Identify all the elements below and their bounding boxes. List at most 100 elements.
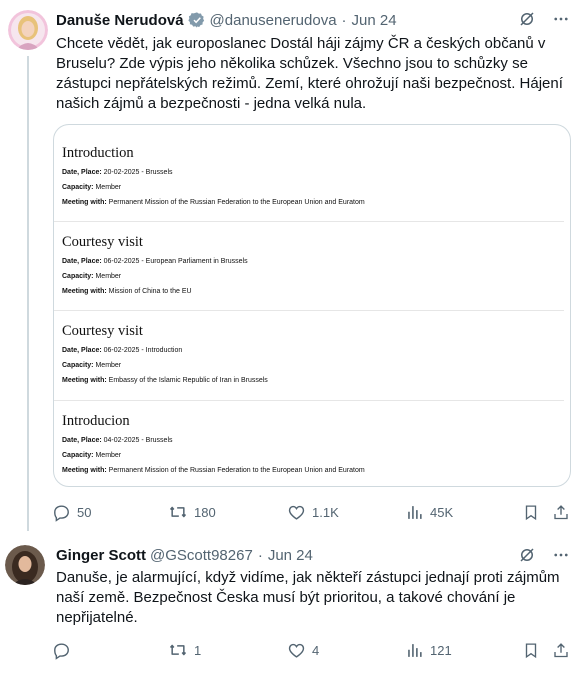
row-label: Date, Place: [62, 347, 102, 354]
avatar[interactable] [8, 10, 48, 50]
tweet-top-icons [518, 546, 570, 564]
repost-button[interactable]: 180 [168, 502, 216, 522]
meeting-row-capacity: Capacity: Member [62, 183, 562, 192]
row-value: Mission of China to the EU [108, 288, 192, 295]
views-count: 121 [430, 642, 452, 658]
meeting-row-date: Date, Place: 20-02-2025 - Brussels [62, 168, 562, 177]
repost-icon [169, 506, 187, 518]
row-value: 06-02-2025 - Introduction [103, 347, 183, 354]
row-label: Date, Place: [62, 437, 102, 444]
row-value: Member [95, 184, 122, 191]
more-icon[interactable] [552, 10, 570, 28]
reply-count: 50 [77, 504, 92, 520]
row-value: Member [95, 273, 122, 280]
tweet-header: Ginger Scott @GScott98267 · Jun 24 [56, 545, 313, 565]
separator-dot: · [257, 546, 263, 564]
meeting-row-capacity: Capacity: Member [62, 361, 562, 370]
row-value: 20-02-2025 - Brussels [103, 169, 173, 176]
meeting-entry: Introducion Date, Place: 04-02-2025 - Br… [62, 412, 562, 475]
row-value: 06-02-2025 - European Parliament in Brus… [103, 258, 248, 265]
row-label: Date, Place: [62, 258, 102, 265]
tweet-ginger[interactable]: Ginger Scott @GScott98267 · Jun 24 Danuš… [0, 531, 580, 673]
share-button[interactable] [552, 640, 570, 660]
tweet-header: Danuše Nerudová @danusenerudova · Jun 24 [56, 10, 397, 30]
author-name[interactable]: Ginger Scott [56, 547, 146, 564]
row-label: Capacity: [62, 184, 94, 191]
row-label: Meeting with: [62, 377, 107, 384]
row-label: Date, Place: [62, 169, 102, 176]
entry-divider [54, 221, 564, 222]
author-handle[interactable]: @GScott98267 [150, 547, 253, 564]
reply-button[interactable]: 50 [52, 502, 91, 522]
repost-count: 180 [194, 504, 216, 520]
tweet-actions: 1 4 121 [52, 640, 572, 660]
more-icon[interactable] [552, 546, 570, 564]
tweet-danuse[interactable]: Danuše Nerudová @danusenerudova · Jun 24… [0, 0, 580, 531]
row-label: Meeting with: [62, 199, 107, 206]
bookmark-button[interactable] [522, 502, 540, 522]
meeting-row-with: Meeting with: Mission of China to the EU [62, 287, 562, 296]
verified-icon [187, 11, 206, 29]
meeting-row-date: Date, Place: 04-02-2025 - Brussels [62, 436, 562, 445]
like-icon [288, 643, 305, 658]
like-button[interactable]: 1.1K [287, 502, 339, 522]
grok-icon[interactable] [518, 10, 536, 28]
views-icon [408, 643, 422, 657]
row-label: Capacity: [62, 452, 94, 459]
like-icon [288, 505, 305, 520]
attached-image-card[interactable]: Introduction Date, Place: 20-02-2025 - B… [53, 124, 571, 487]
bookmark-button[interactable] [522, 640, 540, 660]
repost-count: 1 [194, 642, 202, 658]
meeting-title: Introducion [62, 413, 130, 429]
row-value: Permanent Mission of the Russian Federat… [108, 199, 365, 206]
meeting-row-with: Meeting with: Embassy of the Islamic Rep… [62, 376, 562, 385]
share-icon [554, 504, 568, 519]
meeting-row-with: Meeting with: Permanent Mission of the R… [62, 466, 562, 475]
like-button[interactable]: 4 [287, 640, 319, 660]
tweet-actions: 50 180 1.1K 45K [52, 502, 572, 522]
views-button[interactable]: 121 [405, 640, 452, 660]
repost-icon [169, 644, 187, 656]
meeting-row-capacity: Capacity: Member [62, 272, 562, 281]
grok-icon[interactable] [518, 546, 536, 564]
row-label: Capacity: [62, 362, 94, 369]
thread-line [27, 56, 29, 531]
row-value: Member [95, 452, 122, 459]
author-handle[interactable]: @danusenerudova [210, 12, 337, 29]
meeting-row-date: Date, Place: 06-02-2025 - European Parli… [62, 257, 562, 266]
meeting-entry: Courtesy visit Date, Place: 06-02-2025 -… [62, 233, 562, 296]
bookmark-icon [525, 504, 537, 520]
author-name[interactable]: Danuše Nerudová [56, 12, 184, 29]
meeting-title: Courtesy visit [62, 234, 143, 250]
meeting-title: Introduction [62, 145, 134, 161]
meeting-row-with: Meeting with: Permanent Mission of the R… [62, 198, 562, 207]
tweet-top-icons [518, 10, 570, 28]
meeting-entry: Courtesy visit Date, Place: 06-02-2025 -… [62, 322, 562, 385]
row-value: 04-02-2025 - Brussels [103, 437, 173, 444]
row-label: Capacity: [62, 273, 94, 280]
reply-button[interactable] [52, 640, 77, 660]
entry-divider [54, 310, 564, 311]
avatar[interactable] [5, 545, 45, 585]
like-count: 1.1K [312, 504, 339, 520]
share-button[interactable] [552, 502, 570, 522]
reply-icon [54, 504, 69, 522]
views-icon [408, 505, 422, 519]
meeting-row-capacity: Capacity: Member [62, 451, 562, 460]
views-button[interactable]: 45K [405, 502, 453, 522]
bookmark-icon [525, 642, 537, 658]
meeting-row-date: Date, Place: 06-02-2025 - Introduction [62, 346, 562, 355]
tweet-date[interactable]: Jun 24 [268, 547, 313, 564]
reply-icon [54, 642, 69, 660]
row-value: Member [95, 362, 122, 369]
views-count: 45K [430, 504, 454, 520]
row-value: Embassy of the Islamic Republic of Iran … [108, 377, 268, 384]
tweet-text: Chcete vědět, jak europoslanec Dostál há… [56, 35, 568, 112]
row-label: Meeting with: [62, 467, 107, 474]
meeting-title: Courtesy visit [62, 323, 143, 339]
tweet-date[interactable]: Jun 24 [352, 12, 397, 29]
entry-divider [54, 400, 564, 401]
meeting-entry: Introduction Date, Place: 20-02-2025 - B… [62, 144, 562, 207]
row-value: Permanent Mission of the Russian Federat… [108, 467, 365, 474]
repost-button[interactable]: 1 [168, 640, 201, 660]
